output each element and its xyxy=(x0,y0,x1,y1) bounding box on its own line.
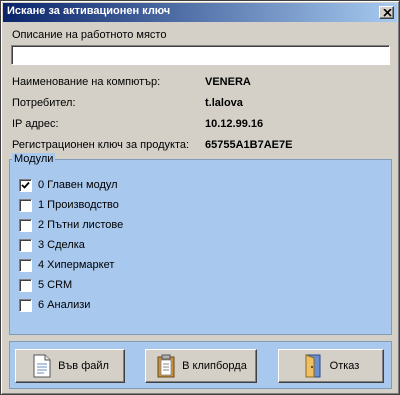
window-title: Искане за активационен ключ xyxy=(7,5,171,17)
module-item-production[interactable]: 1 Производство xyxy=(19,198,119,212)
module-item-hypermarket[interactable]: 4 Хипермаркет xyxy=(19,258,114,272)
user-label: Потребител: xyxy=(12,97,76,109)
copy-to-clipboard-label: В клипборда xyxy=(182,360,247,372)
module-label: 6 Анализи xyxy=(38,299,91,311)
computer-name-label: Наименование на компютър: xyxy=(12,76,161,88)
ip-address-value: 10.12.99.16 xyxy=(205,118,264,130)
module-checkbox-main[interactable] xyxy=(19,178,32,192)
module-checkbox-crm[interactable] xyxy=(19,278,32,292)
module-label: 0 Главен модул xyxy=(38,179,118,191)
activation-key-dialog: Искане за активационен ключ Описание на … xyxy=(0,0,400,395)
registration-key-value: 65755A1B7AE7E xyxy=(205,139,293,151)
module-checkbox-analyses[interactable] xyxy=(19,298,32,312)
module-item-analyses[interactable]: 6 Анализи xyxy=(19,298,90,312)
checkmark-icon xyxy=(21,181,30,189)
document-icon xyxy=(33,354,51,378)
description-label: Описание на работното място xyxy=(12,29,167,41)
cancel-label: Отказ xyxy=(329,360,360,372)
module-item-waybills[interactable]: 2 Пътни листове xyxy=(19,218,123,232)
module-checkbox-deal[interactable] xyxy=(19,238,32,252)
clipboard-icon xyxy=(157,354,175,378)
title-bar[interactable]: Искане за активационен ключ xyxy=(3,3,397,22)
close-icon xyxy=(383,9,392,17)
description-input[interactable] xyxy=(11,45,390,65)
module-label: 4 Хипермаркет xyxy=(38,259,115,271)
copy-to-clipboard-button[interactable]: В клипборда xyxy=(145,349,257,383)
module-label: 1 Производство xyxy=(38,199,119,211)
cancel-button[interactable]: Отказ xyxy=(278,349,384,383)
module-label: 5 CRM xyxy=(38,279,73,291)
module-label: 2 Пътни листове xyxy=(38,219,124,231)
module-checkbox-hypermarket[interactable] xyxy=(19,258,32,272)
module-item-main[interactable]: 0 Главен модул xyxy=(19,178,118,192)
module-item-crm[interactable]: 5 CRM xyxy=(19,278,72,292)
ip-address-label: IP адрес: xyxy=(12,118,59,130)
save-to-file-button[interactable]: Във файл xyxy=(15,349,125,383)
module-item-deal[interactable]: 3 Сделка xyxy=(19,238,85,252)
computer-name-value: VENERA xyxy=(205,76,251,88)
module-checkbox-waybills[interactable] xyxy=(19,218,32,232)
module-label: 3 Сделка xyxy=(38,239,85,251)
exit-door-icon xyxy=(305,354,321,378)
module-checkbox-production[interactable] xyxy=(19,198,32,212)
user-value: t.lalova xyxy=(205,97,243,109)
modules-legend: Модули xyxy=(12,153,56,165)
close-button[interactable] xyxy=(379,6,394,19)
registration-key-label: Регистрационен ключ за продукта: xyxy=(12,139,190,151)
save-to-file-label: Във файл xyxy=(58,360,109,372)
